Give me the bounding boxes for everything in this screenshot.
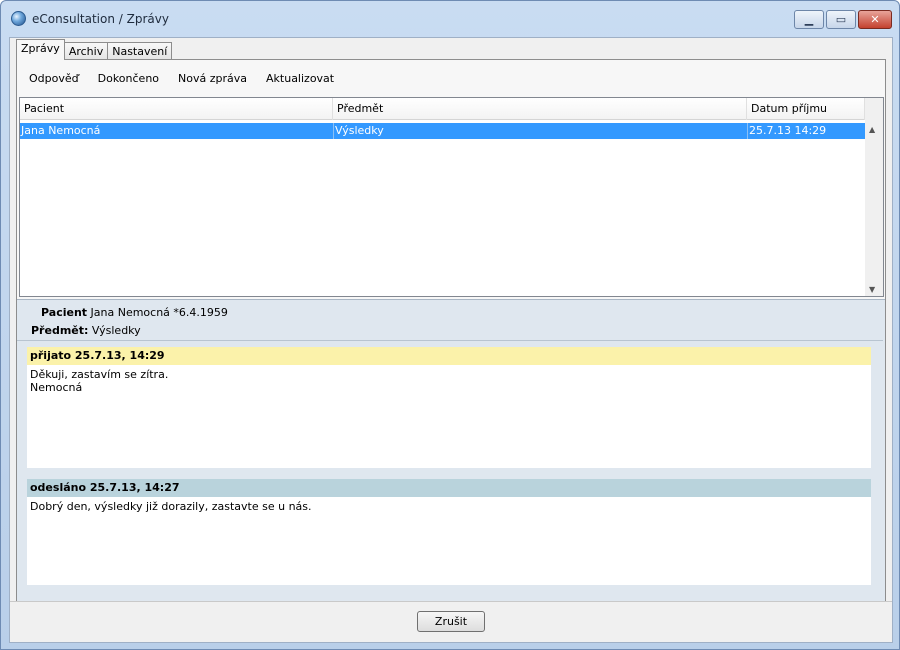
table-scrollbar[interactable]: ▲ ▼ bbox=[865, 98, 883, 296]
cell-pacient: Jana Nemocná bbox=[21, 124, 101, 137]
message-body: Děkuji, zastavím se zítra. Nemocná bbox=[30, 368, 169, 394]
app-window: eConsultation / Zprávy ▁ ▭ ✕ Zprávy Arch… bbox=[0, 0, 900, 650]
window-title: eConsultation / Zprávy bbox=[32, 12, 169, 26]
detail-patient-label: Pacient bbox=[41, 306, 88, 319]
message-body: Dobrý den, výsledky již dorazily, zastav… bbox=[30, 500, 312, 513]
table-row[interactable]: Jana Nemocná Výsledky 25.7.13 14:29 bbox=[20, 123, 865, 139]
cell-datum: 25.7.13 14:29 bbox=[747, 123, 865, 139]
refresh-button[interactable]: Aktualizovat bbox=[266, 72, 334, 88]
column-header-pacient[interactable]: Pacient bbox=[20, 98, 333, 120]
detail-subject-value: Výsledky bbox=[91, 324, 141, 337]
tab-panel-zpravy: Odpověď Dokončeno Nová zpráva Aktualizov… bbox=[16, 59, 886, 636]
message-received: přijato 25.7.13, 14:29 Děkuji, zastavím … bbox=[27, 347, 871, 468]
maximize-button[interactable]: ▭ bbox=[826, 10, 856, 29]
close-button[interactable]: ✕ bbox=[858, 10, 892, 29]
detail-patient: Pacient Jana Nemocná *6.4.1959 bbox=[41, 306, 228, 319]
toolbar: Odpověď Dokončeno Nová zpráva Aktualizov… bbox=[21, 72, 353, 88]
table-header: Pacient Předmět Datum příjmu bbox=[20, 98, 865, 120]
minimize-button[interactable]: ▁ bbox=[794, 10, 824, 29]
tab-nastaveni[interactable]: Nastavení bbox=[107, 42, 173, 60]
message-thread: přijato 25.7.13, 14:29 Děkuji, zastavím … bbox=[17, 340, 883, 634]
message-header: přijato 25.7.13, 14:29 bbox=[27, 347, 871, 365]
scroll-up-arrow-icon[interactable]: ▲ bbox=[869, 125, 875, 134]
messages-table: Pacient Předmět Datum příjmu Jana Nemocn… bbox=[19, 97, 884, 297]
close-icon: ✕ bbox=[870, 13, 880, 26]
reply-button[interactable]: Odpověď bbox=[29, 72, 79, 88]
message-header: odesláno 25.7.13, 14:27 bbox=[27, 479, 871, 497]
client-area: Zprávy Archiv Nastavení Odpověď Dokončen… bbox=[9, 37, 893, 643]
app-globe-icon bbox=[11, 11, 26, 26]
message-sent: odesláno 25.7.13, 14:27 Dobrý den, výsle… bbox=[27, 479, 871, 585]
tab-strip: Zprávy Archiv Nastavení bbox=[16, 39, 173, 60]
new-message-button[interactable]: Nová zpráva bbox=[178, 72, 247, 88]
detail-subject: Předmět: Výsledky bbox=[31, 324, 141, 337]
tab-archiv[interactable]: Archiv bbox=[63, 42, 109, 60]
tab-zpravy[interactable]: Zprávy bbox=[16, 39, 65, 60]
minimize-icon: ▁ bbox=[804, 13, 814, 26]
title-bar[interactable]: eConsultation / Zprávy ▁ ▭ ✕ bbox=[1, 1, 899, 37]
cell-predmet: Výsledky bbox=[333, 123, 747, 139]
maximize-icon: ▭ bbox=[835, 13, 847, 26]
column-header-datum[interactable]: Datum příjmu bbox=[747, 98, 865, 120]
detail-subject-label: Předmět: bbox=[31, 324, 89, 337]
cancel-button[interactable]: Zrušit bbox=[417, 611, 485, 632]
complete-button[interactable]: Dokončeno bbox=[98, 72, 159, 88]
column-header-predmet[interactable]: Předmět bbox=[333, 98, 747, 120]
detail-patient-value: Jana Nemocná *6.4.1959 bbox=[90, 306, 228, 319]
scroll-down-arrow-icon[interactable]: ▼ bbox=[869, 285, 875, 294]
message-detail-panel: Pacient Jana Nemocná *6.4.1959 Předmět: … bbox=[17, 299, 885, 635]
dialog-footer: Zrušit bbox=[10, 601, 892, 642]
